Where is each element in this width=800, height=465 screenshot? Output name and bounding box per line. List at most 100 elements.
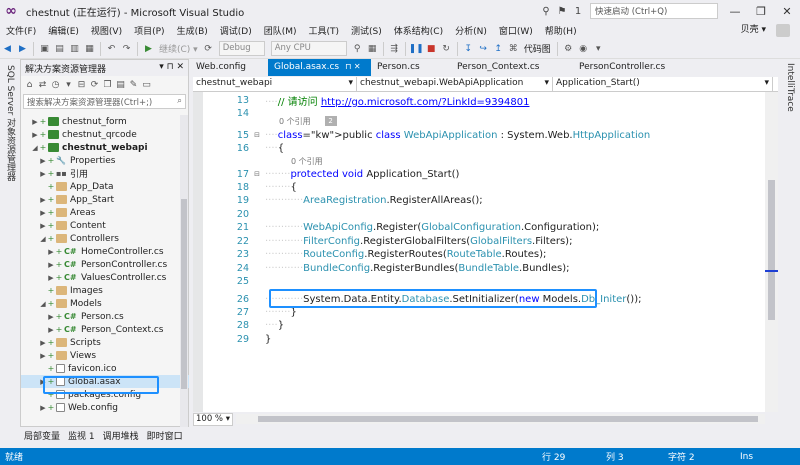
breakpoint-icon[interactable]: ◉ bbox=[576, 41, 591, 57]
code-editor[interactable]: 0 个引用 2 0 个引用 13 ····// 请访问 http://go.micros… bbox=[193, 92, 765, 412]
tree-item[interactable]: + packages.config bbox=[21, 388, 189, 401]
tree-item[interactable]: ▶ + C# ValuesController.cs bbox=[21, 271, 189, 284]
expand-arrow-icon[interactable]: ▶ bbox=[39, 378, 47, 386]
code-line[interactable]: 17 ⊟ ········protected void Application_St… bbox=[203, 168, 763, 180]
comment-link[interactable]: http://go.microsoft.com/?LinkId=9394801 bbox=[321, 97, 530, 108]
tab-call-stack[interactable]: 调用堆栈 bbox=[99, 429, 143, 443]
breakpoint-margin[interactable] bbox=[193, 92, 203, 412]
code-line[interactable]: 21 ············WebApiConfig.Register(Glob… bbox=[203, 221, 763, 233]
expand-arrow-icon[interactable]: ◢ bbox=[39, 235, 47, 243]
restart-icon[interactable]: ↻ bbox=[439, 41, 454, 57]
grid-icon[interactable]: ▦ bbox=[365, 41, 380, 57]
tree-item[interactable]: + App_Data bbox=[21, 180, 189, 193]
horizontal-scroll-thumb[interactable] bbox=[258, 416, 758, 422]
continue-button[interactable]: 继续(C) ▾ bbox=[156, 42, 201, 55]
menu-analyze[interactable]: 分析(N) bbox=[449, 24, 493, 37]
expand-arrow-icon[interactable]: ▶ bbox=[47, 248, 55, 256]
intellitrace-tab[interactable]: IntelliTrace bbox=[785, 63, 795, 112]
minimize-button[interactable]: — bbox=[722, 0, 748, 22]
collapse-region-icon[interactable]: ⊟ bbox=[253, 170, 261, 178]
expand-arrow-icon[interactable]: ▶ bbox=[47, 326, 55, 334]
menu-tools[interactable]: 工具(T) bbox=[303, 24, 346, 37]
menu-project[interactable]: 项目(P) bbox=[128, 24, 170, 37]
expand-arrow-icon[interactable]: ▶ bbox=[47, 274, 55, 282]
expand-arrow-icon[interactable]: ▶ bbox=[47, 313, 55, 321]
diagnostics-icon[interactable]: ⚙ bbox=[561, 41, 576, 57]
editor-tab[interactable]: Person_Context.cs bbox=[451, 59, 573, 76]
expand-arrow-icon[interactable]: ▶ bbox=[39, 352, 47, 360]
properties-icon[interactable]: ✎ bbox=[127, 77, 140, 93]
forward-icon[interactable]: ▶ bbox=[15, 41, 30, 57]
tree-item[interactable]: ▶ + C# HomeController.cs bbox=[21, 245, 189, 258]
filter-icon[interactable]: ⚲ bbox=[538, 6, 554, 17]
open-file-icon[interactable]: ▤ bbox=[52, 41, 67, 57]
continue-icon[interactable]: ▶ bbox=[141, 41, 156, 57]
code-lens-hint[interactable]: 0 个引用 bbox=[203, 155, 763, 167]
home-icon[interactable]: ⌂ bbox=[23, 77, 36, 93]
expand-arrow-icon[interactable]: ▶ bbox=[39, 209, 47, 217]
class-dropdown[interactable]: chestnut_webapi.WebApiApplication ▾ bbox=[357, 77, 553, 92]
menu-window[interactable]: 窗口(W) bbox=[493, 24, 539, 37]
code-line[interactable]: 25 bbox=[203, 275, 763, 287]
step-into-icon[interactable]: ↧ bbox=[461, 41, 476, 57]
tree-item[interactable]: ▶ + Content bbox=[21, 219, 189, 232]
solution-explorer-scroll-thumb[interactable] bbox=[181, 199, 187, 389]
reference-count[interactable]: 0 个引用 bbox=[261, 156, 323, 167]
editor-tab[interactable]: PersonController.cs bbox=[573, 59, 698, 76]
save-icon[interactable]: ▥ bbox=[67, 41, 82, 57]
sync-icon[interactable]: ⇄ bbox=[36, 77, 49, 93]
expand-arrow-icon[interactable]: ▶ bbox=[47, 261, 55, 269]
expand-arrow-icon[interactable]: ◢ bbox=[31, 144, 39, 152]
tree-item[interactable]: ◢ + Models bbox=[21, 297, 189, 310]
tree-item[interactable]: ▶ + Areas bbox=[21, 206, 189, 219]
menu-architecture[interactable]: 体系结构(C) bbox=[388, 24, 449, 37]
expand-arrow-icon[interactable]: ▶ bbox=[31, 118, 39, 126]
menu-build[interactable]: 生成(B) bbox=[171, 24, 214, 37]
code-line[interactable]: 26 ············System.Data.Entity.Databas… bbox=[203, 293, 763, 305]
tab-locals[interactable]: 局部变量 bbox=[20, 429, 64, 443]
tree-item[interactable]: ▶ + 🔧 Properties bbox=[21, 154, 189, 167]
editor-horizontal-scrollbar[interactable] bbox=[236, 414, 765, 424]
tree-item[interactable]: ▶ + C# Person.cs bbox=[21, 310, 189, 323]
close-tab-icon[interactable]: ⊓ ✕ bbox=[345, 62, 361, 71]
tree-item[interactable]: ▶ + chestnut_qrcode bbox=[21, 128, 189, 141]
step-out-icon[interactable]: ↥ bbox=[491, 41, 506, 57]
pending-icon[interactable]: ▾ bbox=[62, 77, 75, 93]
tree-item[interactable]: ▶ + C# PersonController.cs bbox=[21, 258, 189, 271]
editor-scroll-thumb[interactable] bbox=[768, 180, 775, 320]
expand-arrow-icon[interactable]: ▶ bbox=[39, 170, 47, 178]
tree-item[interactable]: ◢ + Controllers bbox=[21, 232, 189, 245]
member-dropdown[interactable]: Application_Start() ▾ bbox=[553, 77, 773, 92]
attach-icon[interactable]: ⇶ bbox=[387, 41, 402, 57]
code-line[interactable]: 15 ⊟ ····class="kw">public class WebApiApp… bbox=[203, 129, 763, 141]
zoom-select[interactable]: 100 % ▾ bbox=[193, 413, 233, 426]
redo-icon[interactable]: ↷ bbox=[119, 41, 134, 57]
solution-explorer-scrollbar[interactable] bbox=[180, 115, 188, 427]
menu-help[interactable]: 帮助(H) bbox=[539, 24, 583, 37]
platform-select[interactable]: Any CPU bbox=[270, 41, 347, 56]
tree-item[interactable]: + favicon.ico bbox=[21, 362, 189, 375]
code-line[interactable]: 28 ····} bbox=[203, 319, 763, 331]
menu-debug[interactable]: 调试(D) bbox=[214, 24, 258, 37]
step-over-icon[interactable]: ↪ bbox=[476, 41, 491, 57]
tree-item[interactable]: ▶ + Global.asax bbox=[21, 375, 189, 388]
expand-arrow-icon[interactable]: ▶ bbox=[39, 339, 47, 347]
tree-item[interactable]: ▶ + Web.config bbox=[21, 401, 189, 414]
solution-search-input[interactable]: 搜索解决方案资源管理器(Ctrl+;) ⌕ bbox=[23, 94, 186, 109]
expand-arrow-icon[interactable]: ◢ bbox=[39, 300, 47, 308]
configuration-select[interactable]: Debug bbox=[218, 41, 265, 56]
tab-watch-1[interactable]: 监视 1 bbox=[64, 429, 99, 443]
user-avatar[interactable] bbox=[776, 24, 790, 37]
new-project-icon[interactable]: ▣ bbox=[37, 41, 52, 57]
menu-view[interactable]: 视图(V) bbox=[85, 24, 128, 37]
save-all-icon[interactable]: ▦ bbox=[82, 41, 97, 57]
menu-test[interactable]: 测试(S) bbox=[345, 24, 388, 37]
stop-icon[interactable]: ■ bbox=[424, 41, 439, 57]
code-line[interactable]: 18 ········{ bbox=[203, 181, 763, 193]
tree-item[interactable]: ▶ + C# Person_Context.cs bbox=[21, 323, 189, 336]
restore-button[interactable]: ❐ bbox=[748, 0, 774, 22]
code-line[interactable]: 27 ········} bbox=[203, 306, 763, 318]
show-all-icon[interactable]: ▤ bbox=[114, 77, 127, 93]
tree-item[interactable]: ▶ + App_Start bbox=[21, 193, 189, 206]
close-button[interactable]: ✕ bbox=[774, 0, 800, 22]
